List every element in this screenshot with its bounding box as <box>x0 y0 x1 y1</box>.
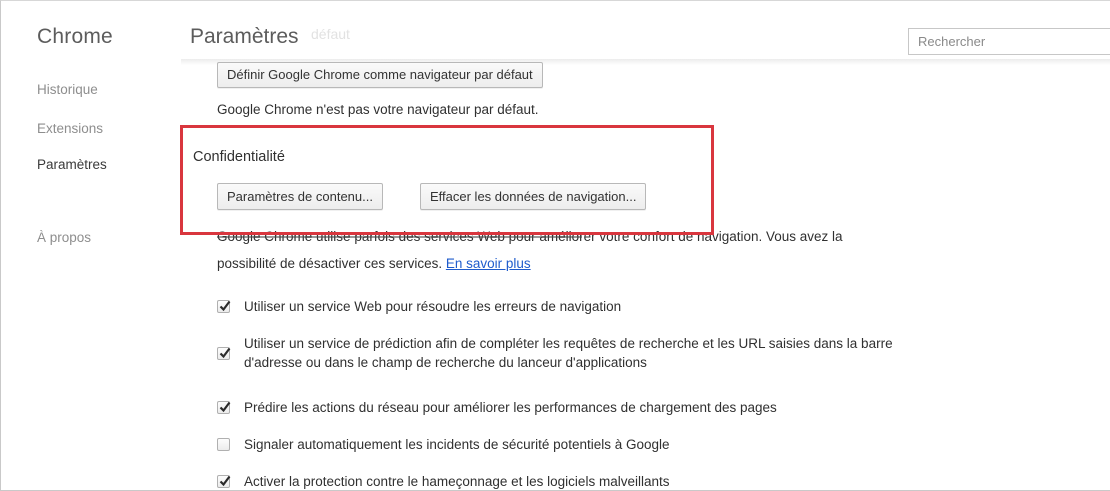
search-input[interactable] <box>908 28 1110 55</box>
sidebar-item-extensions[interactable]: Extensions <box>37 121 103 136</box>
option-label: Activer la protection contre le hameçonn… <box>244 474 670 489</box>
default-browser-status: Google Chrome n'est pas votre navigateur… <box>217 102 539 117</box>
checkmark-icon <box>219 347 231 359</box>
option-label: Utiliser un service Web pour résoudre le… <box>244 299 622 314</box>
annotation-strike <box>217 236 582 238</box>
option-label: Utiliser un service de prédiction afin d… <box>244 334 893 372</box>
checkbox[interactable] <box>217 347 231 360</box>
option-label-line2: d'adresse ou dans le champ de recherche … <box>244 355 647 370</box>
checkmark-icon <box>219 401 231 413</box>
checkmark-icon <box>219 475 231 487</box>
sidebar: Chrome Historique Extensions Paramètres … <box>1 1 181 490</box>
option-label: Prédire les actions du réseau pour améli… <box>244 400 777 415</box>
checkmark-icon <box>219 300 231 312</box>
privacy-description-line2: possibilité de désactiver ces services. … <box>217 256 531 271</box>
highlight-annotation-box <box>180 125 714 235</box>
sidebar-item-settings[interactable]: Paramètres <box>37 157 107 172</box>
option-label-line1: Utiliser un service de prédiction afin d… <box>244 336 893 351</box>
option-label: Signaler automatiquement les incidents d… <box>244 437 670 452</box>
set-default-browser-button[interactable]: Définir Google Chrome comme navigateur p… <box>217 62 543 88</box>
checkbox[interactable] <box>217 300 231 313</box>
learn-more-link[interactable]: En savoir plus <box>446 256 531 271</box>
page-title: Paramètres <box>190 25 299 48</box>
sidebar-item-history[interactable]: Historique <box>37 82 98 97</box>
privacy-description-text: possibilité de désactiver ces services. <box>217 256 446 271</box>
checkbox[interactable] <box>217 438 230 451</box>
scrolled-ghost-text: défaut <box>311 26 350 42</box>
settings-page: Chrome Historique Extensions Paramètres … <box>0 0 1110 491</box>
checkbox[interactable] <box>217 401 231 414</box>
checkbox[interactable] <box>217 475 231 488</box>
app-title: Chrome <box>37 25 113 48</box>
sidebar-item-about[interactable]: À propos <box>37 230 91 245</box>
